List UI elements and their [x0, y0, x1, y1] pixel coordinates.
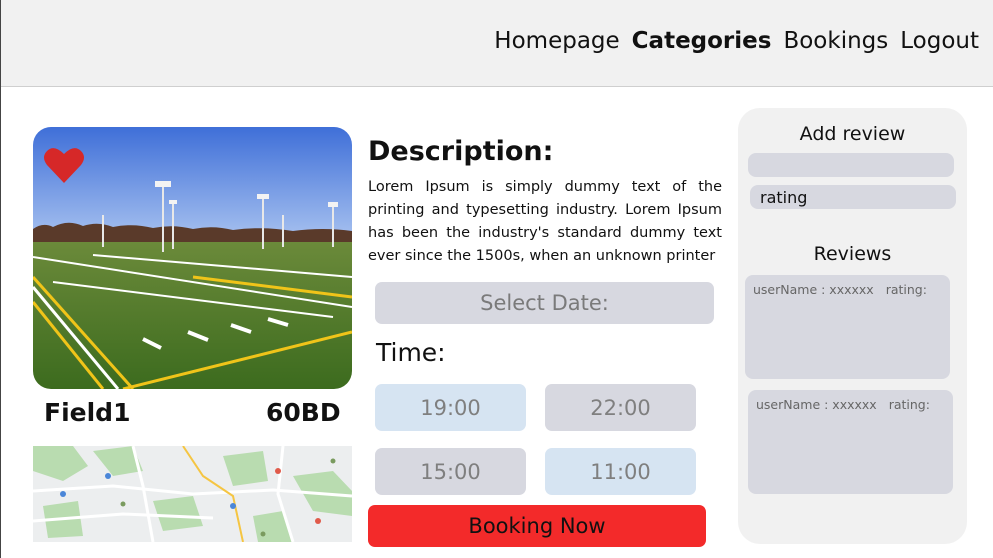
description-title: Description: — [368, 136, 554, 167]
heart-icon[interactable] — [43, 145, 85, 185]
time-slot-22-00[interactable]: 22:00 — [545, 384, 696, 431]
field-name: Field1 — [44, 398, 131, 427]
review-rating: rating: — [885, 282, 927, 297]
main-nav: Homepage Categories Bookings Logout — [494, 28, 979, 54]
booking-now-button[interactable]: Booking Now — [368, 505, 706, 547]
review-card: userName : xxxxxx rating: — [748, 390, 953, 494]
review-user: userName : xxxxxx — [756, 397, 877, 412]
nav-homepage[interactable]: Homepage — [494, 28, 619, 54]
nav-logout[interactable]: Logout — [900, 28, 979, 54]
select-date-button[interactable]: Select Date: — [375, 282, 714, 324]
reviews-title: Reviews — [813, 243, 892, 265]
review-panel: Add review rating Reviews userName : xxx… — [738, 108, 967, 544]
top-navbar: Homepage Categories Bookings Logout — [0, 0, 993, 87]
time-label: Time: — [376, 338, 446, 367]
add-review-title: Add review — [799, 123, 906, 145]
time-slot-19-00[interactable]: 19:00 — [375, 384, 526, 431]
nav-bookings[interactable]: Bookings — [783, 28, 888, 54]
location-map[interactable] — [33, 446, 352, 542]
review-text-input[interactable] — [748, 153, 954, 177]
review-rating: rating: — [888, 397, 930, 412]
rating-input[interactable]: rating — [750, 185, 956, 209]
field-price: 60BD — [266, 398, 341, 427]
nav-categories[interactable]: Categories — [632, 28, 772, 54]
field-photo — [33, 127, 352, 389]
review-card: userName : xxxxxx rating: — [745, 275, 950, 379]
review-user: userName : xxxxxx — [753, 282, 874, 297]
description-text: Lorem Ipsum is simply dummy text of the … — [368, 179, 722, 264]
time-slot-11-00[interactable]: 11:00 — [545, 448, 696, 495]
time-slot-15-00[interactable]: 15:00 — [375, 448, 526, 495]
